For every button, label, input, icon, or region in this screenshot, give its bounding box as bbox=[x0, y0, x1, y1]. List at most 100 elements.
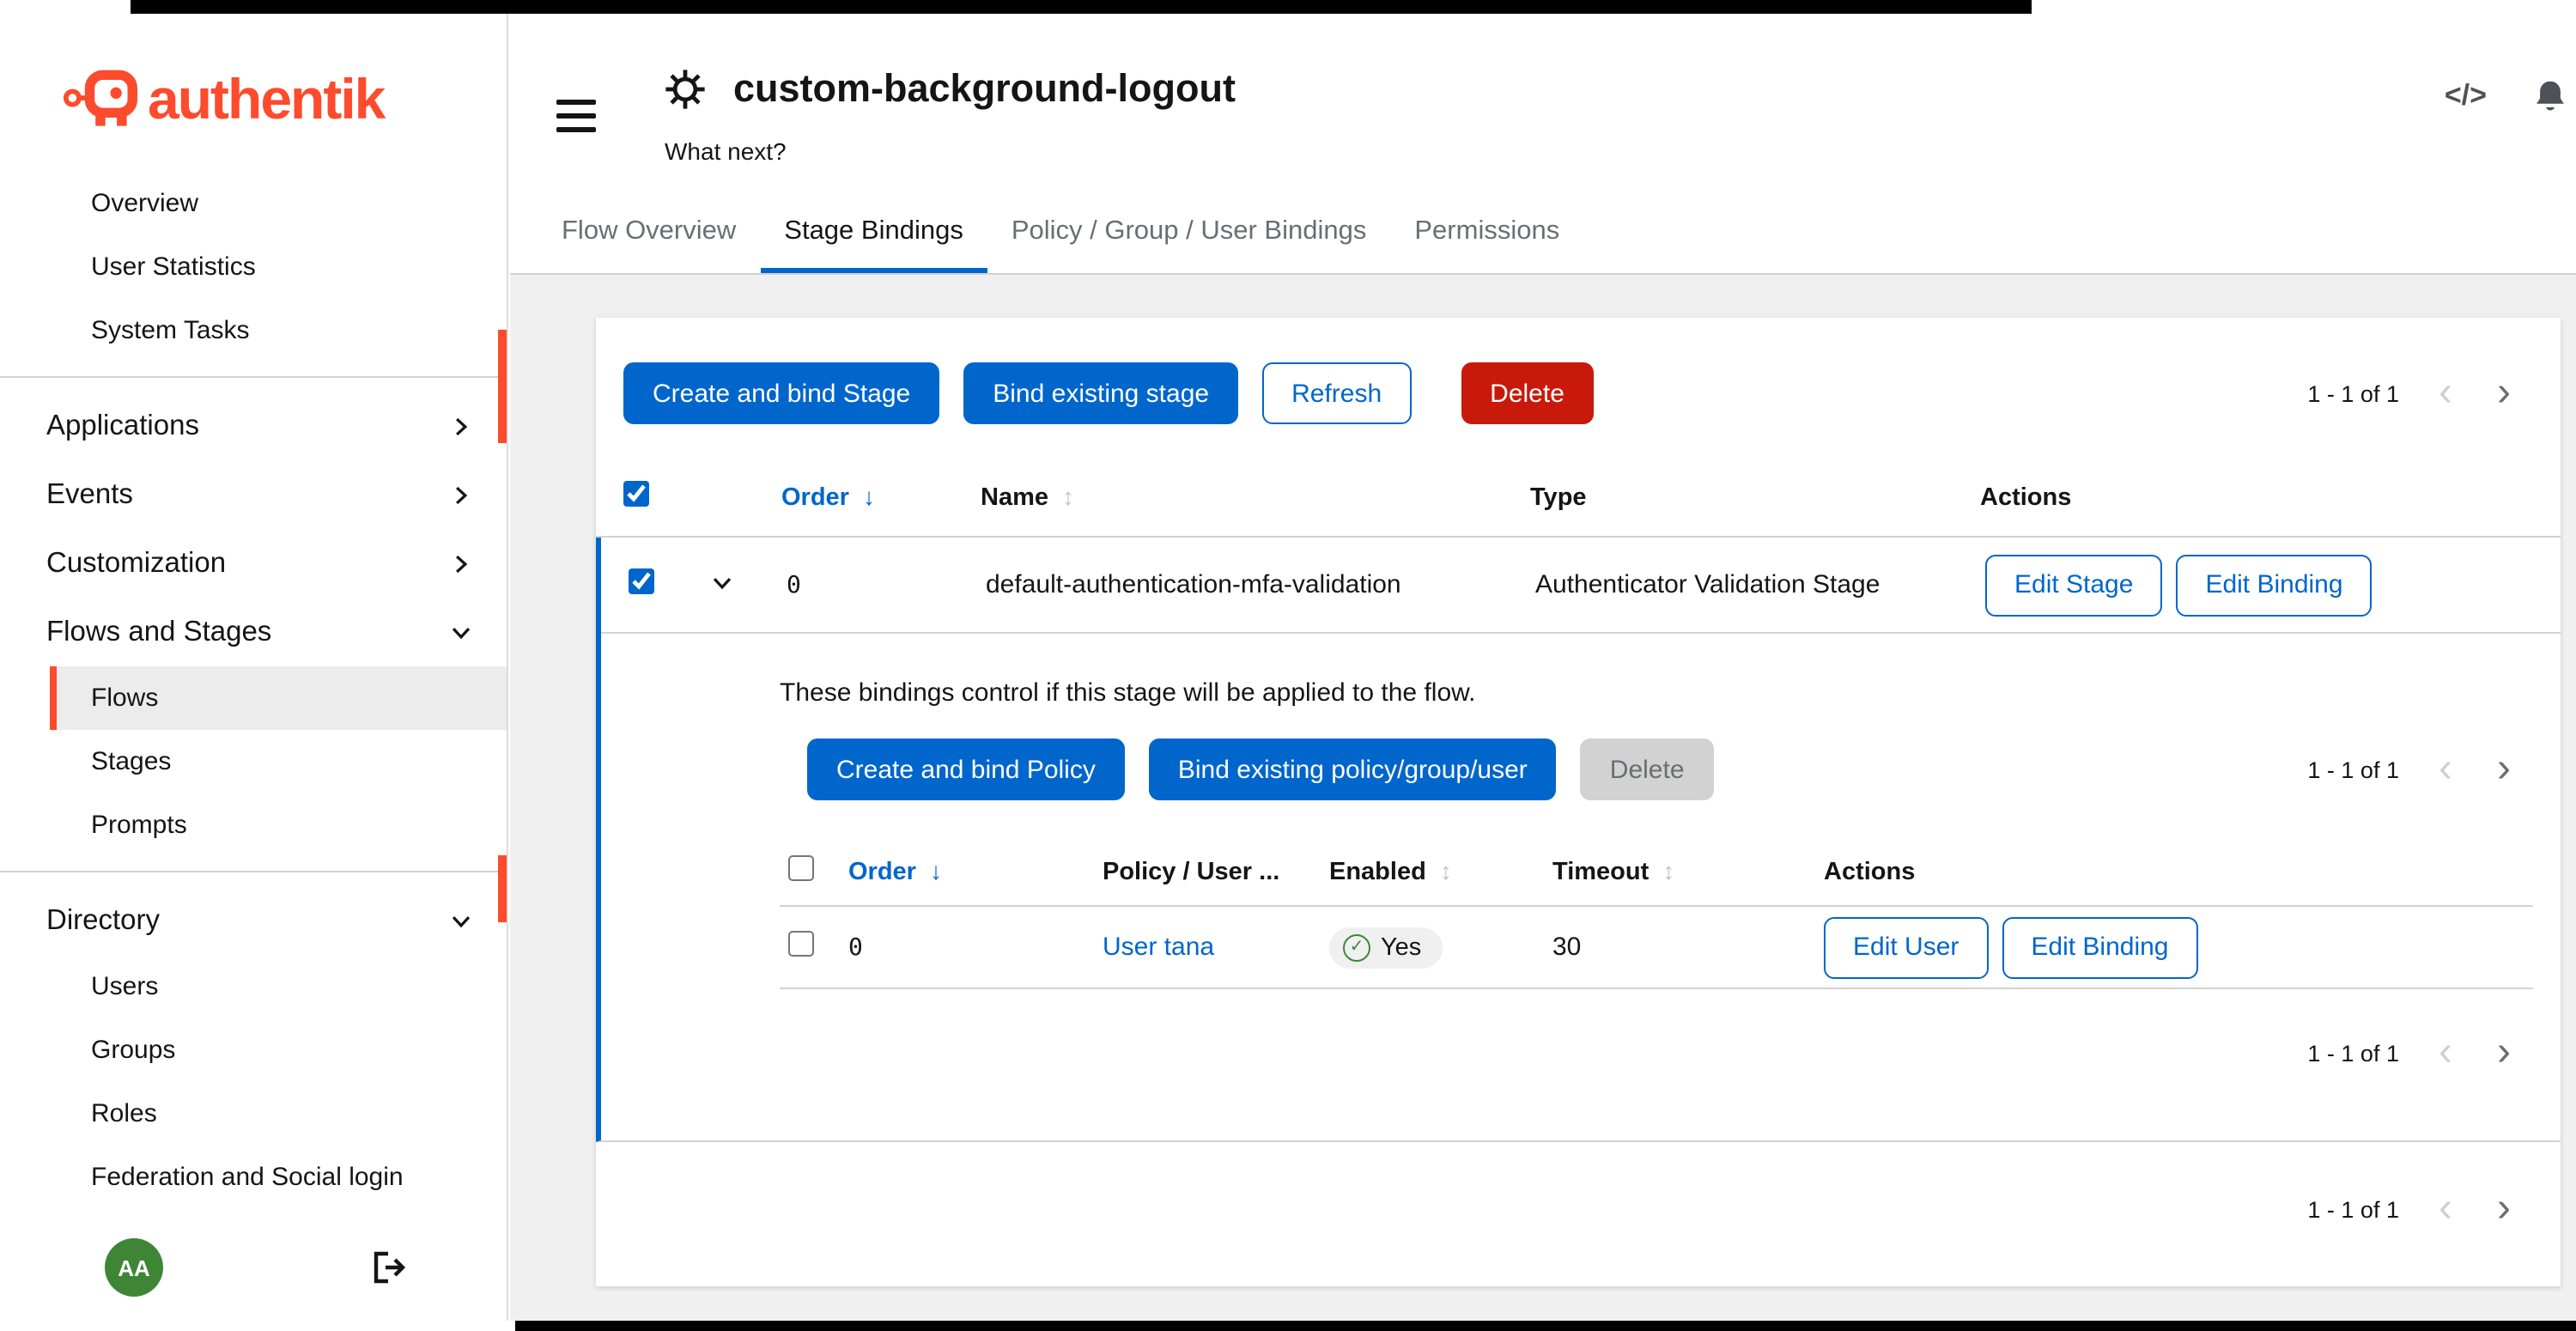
pagination-inner-bottom: 1 - 1 of 1 ‹ › bbox=[2307, 1024, 2533, 1082]
sidebar-item-groups[interactable]: Groups bbox=[50, 1018, 507, 1082]
pagination-next-button[interactable]: › bbox=[2475, 740, 2533, 799]
sidebar-section-directory[interactable]: Directory bbox=[0, 886, 507, 955]
pagination-prev-button[interactable]: ‹ bbox=[2416, 740, 2475, 799]
select-all-policies-checkbox[interactable] bbox=[788, 855, 814, 881]
sidebar-item-prompts[interactable]: Prompts bbox=[50, 793, 507, 857]
sort-icon: ↕ bbox=[1440, 857, 1452, 884]
policy-bindings-description: These bindings control if this stage wil… bbox=[780, 678, 2533, 708]
sidebar: authentik Overview User Statistics Syste… bbox=[0, 14, 508, 1321]
sidebar-nav: Overview User Statistics System Tasks Ap… bbox=[0, 172, 507, 1209]
sidebar-orange-accent bbox=[498, 330, 507, 443]
tab-permissions[interactable]: Permissions bbox=[1390, 196, 1583, 273]
sidebar-section-customization[interactable]: Customization bbox=[0, 529, 507, 598]
edit-binding-button[interactable]: Edit Binding bbox=[2002, 916, 2197, 978]
enabled-badge: ✓ Yes bbox=[1329, 927, 1442, 968]
stage-binding-row: 0 default-authentication-mfa-validation … bbox=[601, 538, 2561, 634]
delete-policy-binding-button[interactable]: Delete bbox=[1581, 738, 1714, 800]
sidebar-section-applications[interactable]: Applications bbox=[0, 392, 507, 460]
edit-binding-button[interactable]: Edit Binding bbox=[2176, 554, 2372, 616]
pagination-next-button[interactable]: › bbox=[2475, 364, 2533, 422]
tab-stage-bindings[interactable]: Stage Bindings bbox=[760, 196, 987, 273]
column-header-policy-user[interactable]: Policy / User ... bbox=[1103, 858, 1329, 885]
app-window: authentik Overview User Statistics Syste… bbox=[0, 0, 2576, 1331]
column-header-order[interactable]: Order↓ bbox=[781, 483, 981, 512]
policy-table-header: Order↓ Policy / User ... Enabled ↕ Timeou… bbox=[780, 838, 2533, 907]
main-area: custom-background-logout What next? </> … bbox=[510, 14, 2576, 1321]
sort-icon: ↕ bbox=[1662, 857, 1674, 884]
top-black-bar bbox=[131, 0, 2032, 14]
pagination-inner-top: 1 - 1 of 1 ‹ › bbox=[2307, 740, 2533, 799]
authentik-logo: authentik bbox=[0, 14, 507, 134]
stage-bindings-toolbar: Create and bind Stage Bind existing stag… bbox=[596, 318, 2561, 459]
sidebar-item-user-statistics[interactable]: User Statistics bbox=[0, 235, 507, 299]
cell-type: Authenticator Validation Stage bbox=[1535, 570, 1985, 599]
policy-bindings-panel: These bindings control if this stage wil… bbox=[601, 634, 2561, 1140]
tab-flow-overview[interactable]: Flow Overview bbox=[538, 196, 760, 273]
column-header-order[interactable]: Order↓ bbox=[848, 857, 1103, 886]
pagination-prev-button[interactable]: ‹ bbox=[2416, 364, 2475, 422]
sidebar-item-users[interactable]: Users bbox=[50, 955, 507, 1018]
refresh-button[interactable]: Refresh bbox=[1262, 362, 1411, 424]
column-header-name[interactable]: Name↕ bbox=[981, 483, 1530, 512]
row-checkbox[interactable] bbox=[629, 568, 654, 594]
sidebar-item-overview[interactable]: Overview bbox=[0, 172, 507, 235]
stage-bindings-card: Create and bind Stage Bind existing stag… bbox=[596, 318, 2561, 1286]
sidebar-footer: AA bbox=[0, 1238, 507, 1297]
avatar[interactable]: AA bbox=[105, 1238, 163, 1297]
sidebar-section-events[interactable]: Events bbox=[0, 460, 507, 529]
sort-descending-icon: ↓ bbox=[930, 857, 942, 884]
sidebar-item-federation[interactable]: Federation and Social login bbox=[50, 1146, 507, 1209]
column-header-timeout[interactable]: Timeout↕ bbox=[1552, 857, 1824, 886]
pagination-label: 1 - 1 of 1 bbox=[2307, 1040, 2399, 1066]
chevron-right-icon bbox=[450, 552, 472, 574]
cell-name: default-authentication-mfa-validation bbox=[986, 570, 1535, 599]
notifications-bell-icon[interactable] bbox=[2531, 76, 2569, 117]
chevron-down-icon bbox=[450, 909, 472, 932]
chevron-right-icon bbox=[450, 415, 472, 437]
chevron-right-icon bbox=[450, 483, 472, 506]
select-all-checkbox[interactable] bbox=[623, 481, 649, 507]
sidebar-item-flows[interactable]: Flows bbox=[50, 666, 507, 730]
create-and-bind-policy-button[interactable]: Create and bind Policy bbox=[807, 738, 1125, 800]
sidebar-section-label: Applications bbox=[46, 410, 199, 442]
bind-existing-stage-button[interactable]: Bind existing stage bbox=[963, 362, 1238, 424]
policy-bindings-toolbar: Create and bind Policy Bind existing pol… bbox=[780, 738, 2533, 800]
bind-existing-policy-button[interactable]: Bind existing policy/group/user bbox=[1149, 738, 1557, 800]
tab-policy-group-user-bindings[interactable]: Policy / Group / User Bindings bbox=[987, 196, 1391, 273]
policy-binding-row: 0 User tana ✓ Yes 30 Edit User bbox=[780, 907, 2533, 989]
stage-table-header: Order↓ Name↕ Type Actions bbox=[596, 459, 2561, 538]
sidebar-divider bbox=[0, 376, 507, 378]
sidebar-orange-accent bbox=[498, 855, 507, 922]
pagination-prev-button[interactable]: ‹ bbox=[2416, 1024, 2475, 1082]
create-and-bind-stage-button[interactable]: Create and bind Stage bbox=[623, 362, 939, 424]
edit-user-button[interactable]: Edit User bbox=[1824, 916, 1988, 978]
sidebar-section-flows-and-stages[interactable]: Flows and Stages bbox=[0, 598, 507, 666]
sidebar-item-system-tasks[interactable]: System Tasks bbox=[0, 299, 507, 362]
pagination-next-button[interactable]: › bbox=[2475, 1180, 2533, 1238]
user-link[interactable]: User tana bbox=[1103, 933, 1214, 962]
flow-icon bbox=[661, 65, 709, 113]
pagination-next-button[interactable]: › bbox=[2475, 1024, 2533, 1082]
delete-button[interactable]: Delete bbox=[1461, 362, 1594, 424]
cell-order: 0 bbox=[848, 933, 1103, 961]
pagination-bottom: 1 - 1 of 1 ‹ › bbox=[2307, 1180, 2533, 1238]
row-checkbox[interactable] bbox=[788, 931, 814, 957]
collapse-row-button[interactable] bbox=[704, 564, 740, 605]
brand-text: authentik bbox=[148, 67, 384, 132]
hamburger-menu-icon[interactable] bbox=[556, 100, 596, 141]
page-header: custom-background-logout What next? </> bbox=[510, 14, 2576, 196]
cell-order: 0 bbox=[787, 571, 986, 599]
edit-stage-button[interactable]: Edit Stage bbox=[1985, 554, 2162, 616]
sidebar-divider bbox=[0, 871, 507, 872]
column-header-actions: Actions bbox=[1824, 858, 2533, 885]
logout-icon[interactable] bbox=[369, 1247, 410, 1288]
sidebar-item-stages[interactable]: Stages bbox=[50, 730, 507, 793]
column-label: Enabled bbox=[1329, 859, 1426, 886]
sidebar-item-roles[interactable]: Roles bbox=[50, 1082, 507, 1146]
column-header-type: Type bbox=[1530, 483, 1980, 511]
pagination-top: 1 - 1 of 1 ‹ › bbox=[2307, 364, 2533, 422]
pagination-label: 1 - 1 of 1 bbox=[2307, 1196, 2399, 1222]
column-header-enabled[interactable]: Enabled ↕ bbox=[1329, 857, 1552, 886]
api-code-icon[interactable]: </> bbox=[2445, 79, 2487, 113]
pagination-prev-button[interactable]: ‹ bbox=[2416, 1180, 2475, 1238]
